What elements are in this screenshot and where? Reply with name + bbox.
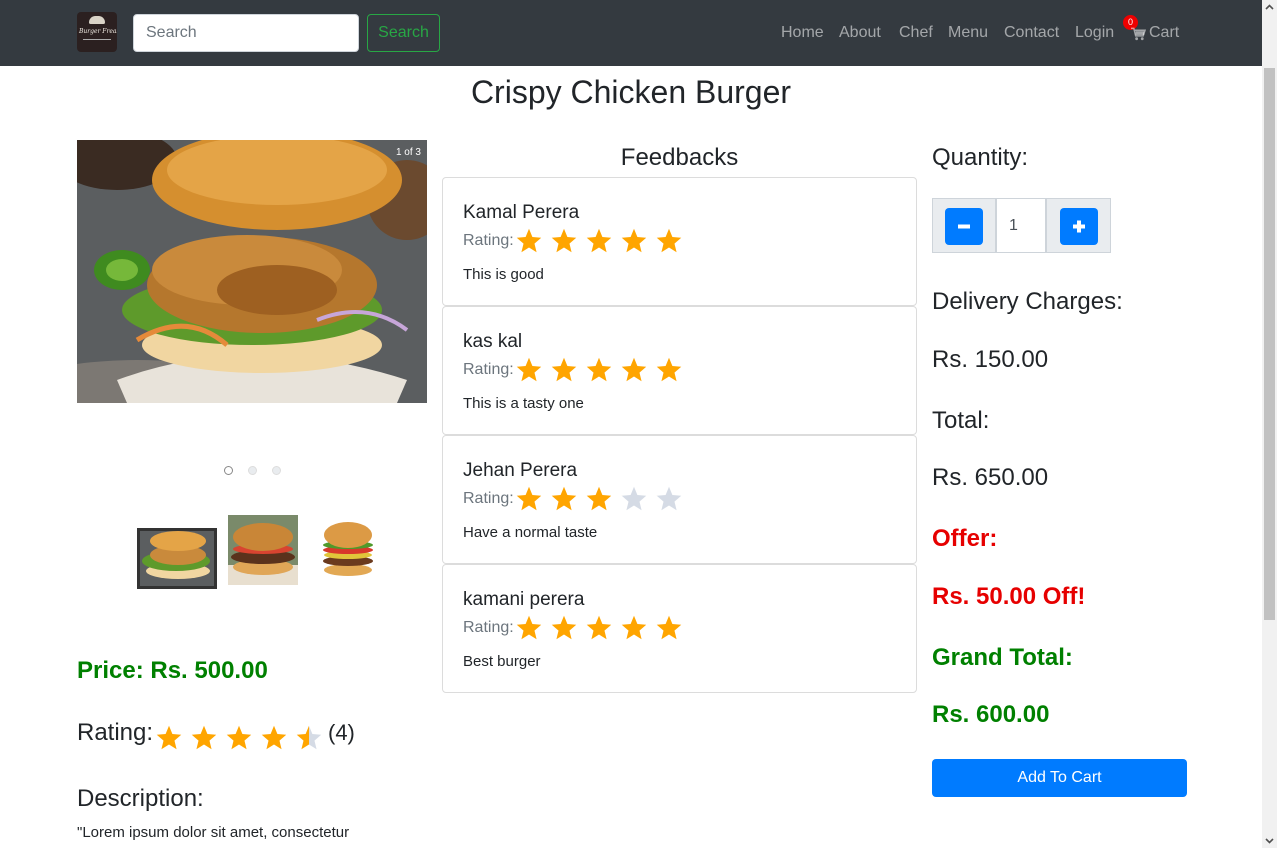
minus-icon <box>958 224 970 229</box>
star-filled-icon <box>226 725 252 750</box>
carousel-dot-1[interactable] <box>224 466 233 475</box>
star-filled-icon <box>586 615 612 640</box>
quantity-stepper <box>932 198 1111 253</box>
search-button[interactable]: Search <box>367 14 440 52</box>
nav-link-login[interactable]: Login <box>1075 24 1114 42</box>
star-filled-icon <box>621 615 647 640</box>
nav-link-contact[interactable]: Contact <box>1004 24 1059 42</box>
feedback-author: kas kal <box>463 331 523 352</box>
feedback-comment: Best burger <box>463 653 541 670</box>
star-filled-icon <box>551 486 577 511</box>
thumbnail-3[interactable] <box>308 515 378 585</box>
grand-total-label: Grand Total: <box>932 644 1073 671</box>
delivery-value: Rs. 150.00 <box>932 346 1049 373</box>
add-to-cart-button[interactable]: Add To Cart <box>932 759 1187 797</box>
offer-value: Rs. 50.00 Off! <box>932 583 1086 610</box>
thumbnail-2[interactable] <box>228 515 298 585</box>
carousel-dot-2[interactable] <box>248 466 257 475</box>
scroll-up-arrow-icon[interactable] <box>1262 0 1277 15</box>
star-empty-icon <box>621 486 647 511</box>
product-rating-count: (4) <box>328 720 355 745</box>
thumbnail-1[interactable] <box>137 528 217 589</box>
star-filled-icon <box>586 357 612 382</box>
feedback-comment: This is a tasty one <box>463 395 584 412</box>
star-half-icon <box>296 725 322 750</box>
decrement-button[interactable] <box>945 208 983 245</box>
burger-photo <box>77 140 427 403</box>
feedback-rating-label: Rating: <box>463 619 514 636</box>
logo-burger-icon <box>89 16 105 24</box>
logo-text: Burger Freaks <box>79 28 117 35</box>
scroll-thumb[interactable] <box>1264 68 1275 620</box>
nav-link-home[interactable]: Home <box>781 24 824 42</box>
description-label: Description: <box>77 785 204 812</box>
feedback-card: kamani perera Rating: Best burger <box>442 564 917 693</box>
feedback-card: Jehan Perera Rating: Have a normal taste <box>442 435 917 564</box>
star-filled-icon <box>516 486 542 511</box>
star-filled-icon <box>586 486 612 511</box>
nav-link-cart[interactable]: Cart <box>1149 24 1179 42</box>
star-filled-icon <box>621 228 647 253</box>
star-filled-icon <box>516 228 542 253</box>
star-filled-icon <box>261 725 287 750</box>
star-filled-icon <box>516 615 542 640</box>
description-text: "Lorem ipsum dolor sit amet, consectetur <box>77 824 350 841</box>
feedback-comment: Have a normal taste <box>463 524 598 541</box>
carousel-indicators <box>224 466 284 476</box>
feedback-author: Kamal Perera <box>463 202 580 223</box>
star-filled-icon <box>516 357 542 382</box>
star-filled-icon <box>551 615 577 640</box>
star-filled-icon <box>656 357 682 382</box>
nav-link-chef[interactable]: Chef <box>899 24 933 42</box>
total-value: Rs. 650.00 <box>932 464 1049 491</box>
star-filled-icon <box>551 228 577 253</box>
decrement-wrap <box>932 198 996 253</box>
quantity-input[interactable] <box>996 198 1046 253</box>
plus-icon <box>1073 220 1085 233</box>
total-label: Total: <box>932 407 990 434</box>
increment-button[interactable] <box>1060 208 1098 245</box>
feedback-comment: This is good <box>463 266 544 283</box>
quantity-label: Quantity: <box>932 144 1029 171</box>
carousel-dot-3[interactable] <box>272 466 281 475</box>
increment-wrap <box>1046 198 1111 253</box>
product-rating-label: Rating: <box>77 719 154 746</box>
navbar: Burger Freaks Search Home About Chef Men… <box>0 0 1262 66</box>
delivery-label: Delivery Charges: <box>932 288 1123 315</box>
offer-label: Offer: <box>932 525 998 552</box>
feedback-rating-label: Rating: <box>463 490 514 507</box>
product-carousel-image[interactable]: 1 of 3 <box>77 140 427 403</box>
star-empty-icon <box>656 486 682 511</box>
search-input[interactable] <box>133 14 359 52</box>
product-price: Price: Rs. 500.00 <box>77 657 268 684</box>
feedback-author: kamani perera <box>463 589 585 610</box>
scroll-down-arrow-icon[interactable] <box>1262 833 1277 848</box>
brand-logo[interactable]: Burger Freaks <box>77 12 117 52</box>
page-scrollbar[interactable] <box>1262 0 1277 848</box>
feedback-rating-label: Rating: <box>463 361 514 378</box>
grand-total-value: Rs. 600.00 <box>932 701 1050 728</box>
carousel-counter: 1 of 3 <box>395 147 421 158</box>
star-filled-icon <box>551 357 577 382</box>
page-title: Crispy Chicken Burger <box>470 74 792 110</box>
feedback-rating-label: Rating: <box>463 232 514 249</box>
star-filled-icon <box>621 357 647 382</box>
cart-icon[interactable] <box>1131 27 1146 41</box>
feedback-author: Jehan Perera <box>463 460 578 481</box>
logo-divider <box>83 39 111 40</box>
nav-link-about[interactable]: About <box>839 24 881 42</box>
feedback-card: Kamal Perera Rating: This is good <box>442 177 917 306</box>
star-filled-icon <box>191 725 217 750</box>
feedbacks-heading: Feedbacks <box>620 144 739 171</box>
nav-link-menu[interactable]: Menu <box>948 24 988 42</box>
star-filled-icon <box>656 615 682 640</box>
star-filled-icon <box>156 725 182 750</box>
feedback-card: kas kal Rating: This is a tasty one <box>442 306 917 435</box>
star-filled-icon <box>586 228 612 253</box>
star-filled-icon <box>656 228 682 253</box>
